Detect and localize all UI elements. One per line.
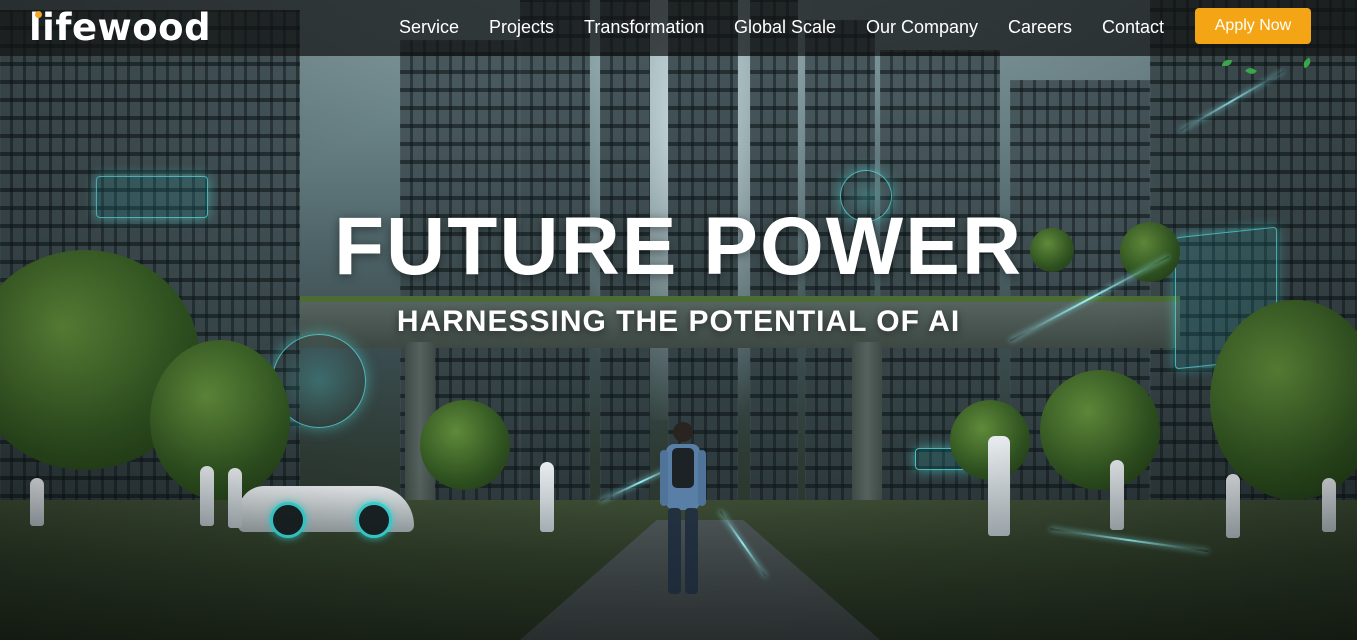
nav-link-careers[interactable]: Careers — [1008, 16, 1072, 38]
nav-link-global-scale[interactable]: Global Scale — [734, 16, 836, 38]
nav-link-service[interactable]: Service — [399, 16, 459, 38]
nav-link-our-company[interactable]: Our Company — [866, 16, 978, 38]
apply-now-button[interactable]: Apply Now — [1195, 8, 1311, 44]
nav-link-projects[interactable]: Projects — [489, 16, 554, 38]
hero-title: FUTURE POWER — [333, 201, 1024, 292]
logo-accent-dot — [35, 11, 42, 18]
nav-link-contact[interactable]: Contact — [1102, 16, 1164, 38]
top-navbar: lifewood Service Projects Transformation… — [0, 0, 1357, 56]
nav-link-transformation[interactable]: Transformation — [584, 16, 704, 38]
hero-subtitle: HARNESSING THE POTENTIAL OF AI — [396, 305, 961, 338]
logo-text: lifewood — [29, 6, 212, 49]
lifewood-logo[interactable]: lifewood — [29, 6, 211, 50]
